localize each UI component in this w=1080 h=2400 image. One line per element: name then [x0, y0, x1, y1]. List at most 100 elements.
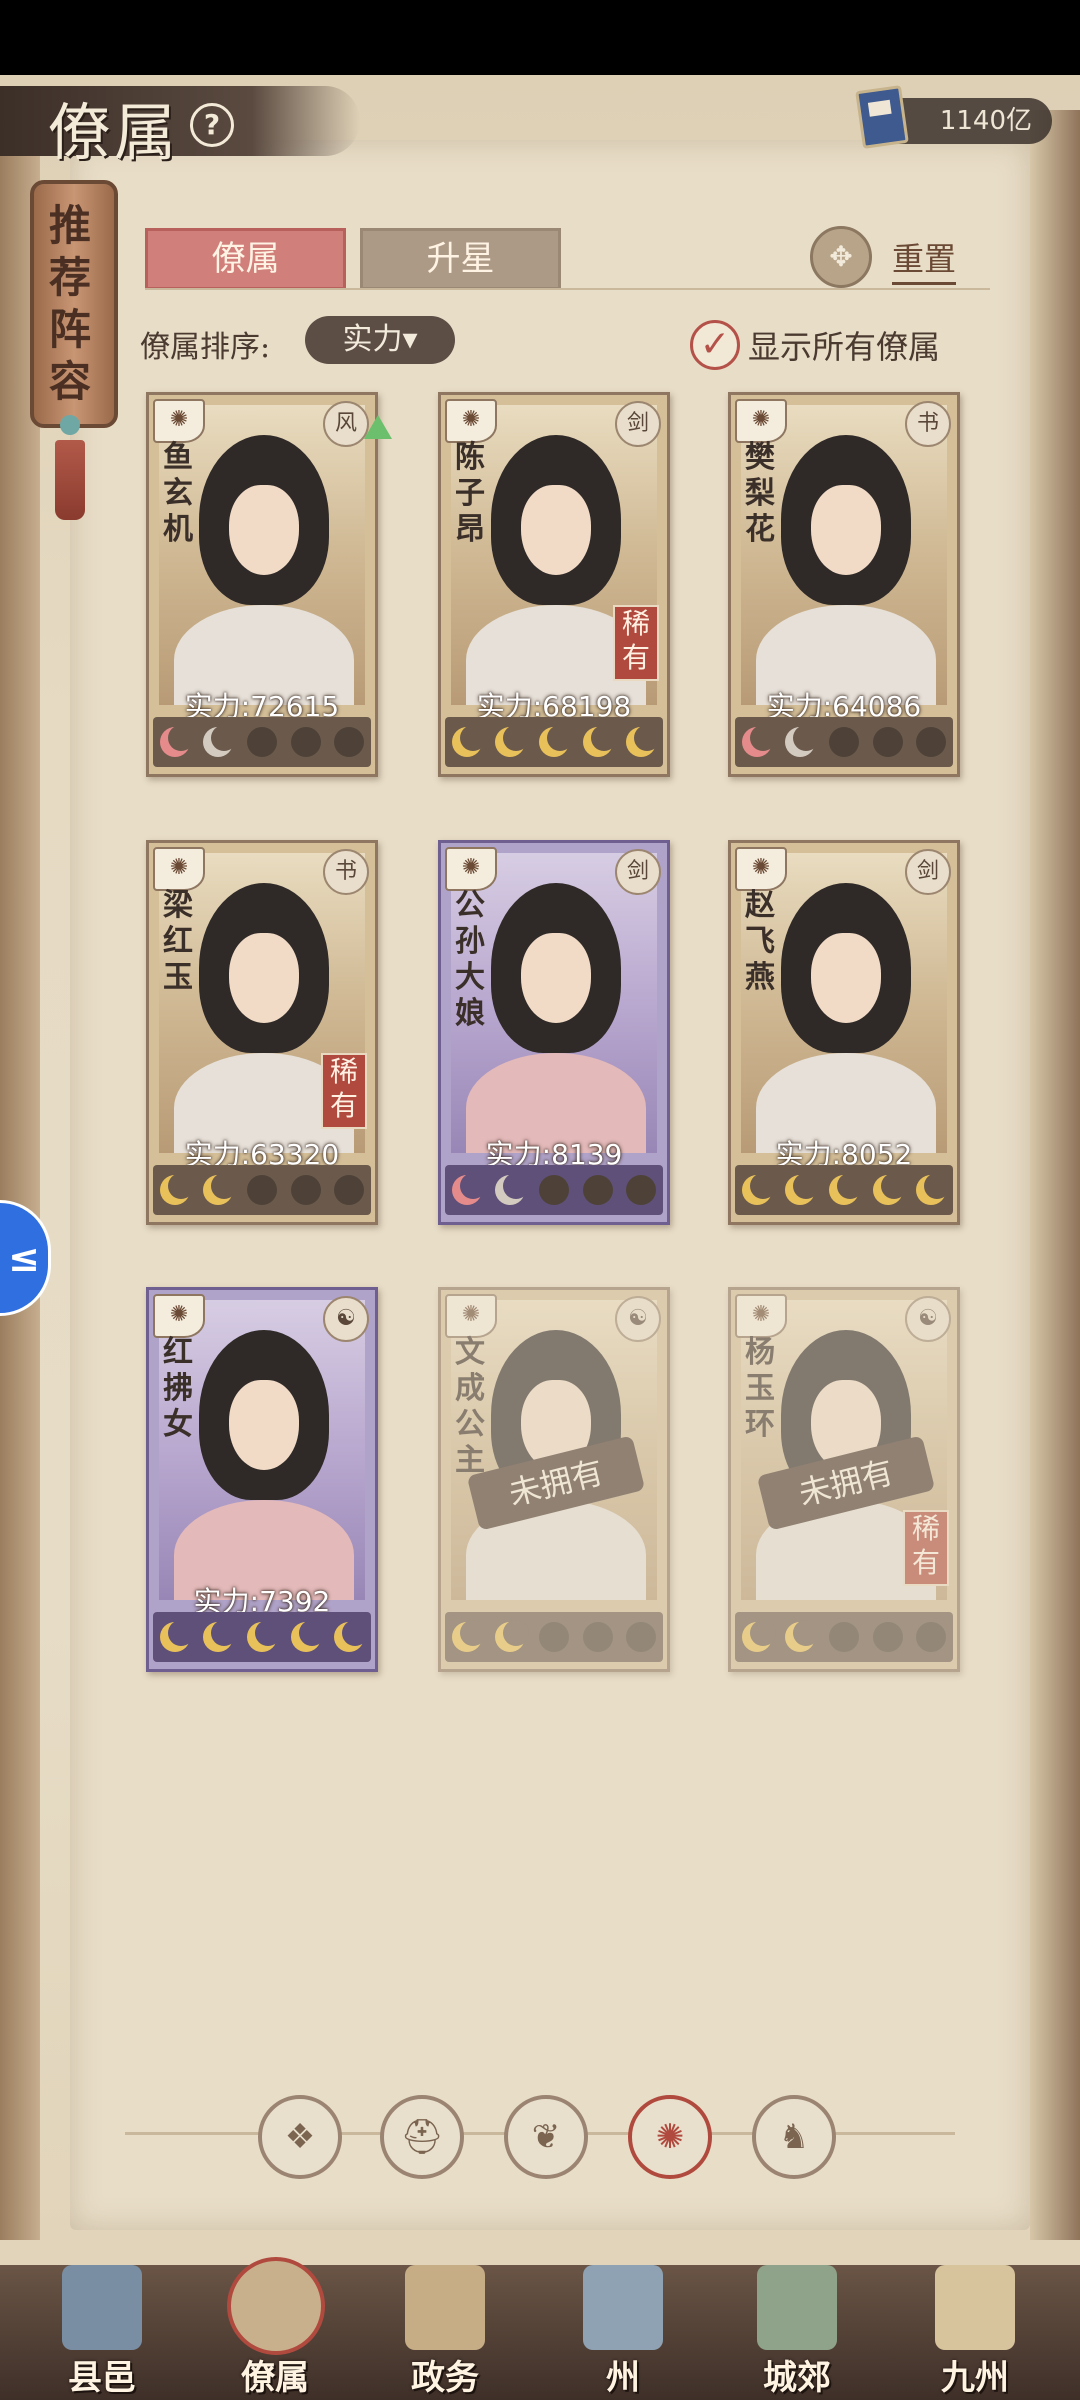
nav-label: 城郊: [763, 2358, 831, 2398]
tab-star-up[interactable]: 升星: [360, 228, 561, 290]
nav-item[interactable]: 九州: [900, 2255, 1050, 2400]
retainer-card[interactable]: ✺ 剑赵飞燕 实力:8052: [728, 840, 960, 1225]
retainer-name: 杨玉环: [745, 1335, 775, 1442]
nav-item[interactable]: 政务: [370, 2255, 520, 2400]
moon-star-icon: [451, 1620, 486, 1652]
fan-icon: ✺: [735, 1294, 787, 1338]
portrait-face: [811, 933, 881, 1023]
star-moon-row: [735, 1612, 953, 1662]
moon-star-icon: [159, 1173, 194, 1205]
portrait-face: [229, 1380, 299, 1470]
tassel-bead: [60, 415, 80, 435]
moon-star-icon: [582, 1622, 613, 1652]
fan-icon: ✺: [735, 399, 787, 443]
star-moon-row: [153, 1612, 371, 1662]
fan-icon: ✺: [445, 399, 497, 443]
diamond-icon[interactable]: ❖: [258, 2095, 342, 2179]
class-icon: 剑: [615, 849, 661, 895]
nav-item[interactable]: 城郊: [722, 2255, 872, 2400]
moon-star-icon: [741, 1620, 776, 1652]
star-moon-row: [153, 717, 371, 767]
rare-badge: 稀有: [321, 1053, 367, 1129]
fan-icon: ✺: [735, 847, 787, 891]
show-all-label[interactable]: 显示所有僚属: [748, 322, 940, 368]
moon-star-icon: [538, 1622, 569, 1652]
help-icon[interactable]: ?: [190, 103, 234, 147]
nav-label: 政务: [411, 2358, 479, 2398]
moon-star-icon: [203, 1620, 238, 1652]
book-currency-icon[interactable]: [855, 85, 909, 149]
moon-star-icon: [246, 1620, 281, 1652]
portrait-face: [229, 485, 299, 575]
retainer-card[interactable]: ✺ 书樊梨花 实力:64086: [728, 392, 960, 777]
moon-star-icon: [741, 725, 776, 757]
retainer-card[interactable]: ✺ 书梁红玉 稀有 实力:63320: [146, 840, 378, 1225]
retainer-name: 鱼玄机: [163, 440, 193, 547]
star-moon-row: [735, 717, 953, 767]
class-icon: 剑: [905, 849, 951, 895]
retainer-card[interactable]: ✺ 剑公孙大娘 实力:8139: [438, 840, 670, 1225]
nav-label: 僚属: [241, 2358, 309, 2398]
retainer-name: 陈子昂: [455, 440, 485, 547]
portrait-face: [521, 485, 591, 575]
recommend-lineup-label: 推荐阵容: [48, 201, 91, 406]
caret-down-icon: ▾: [402, 322, 418, 357]
nav-building-icon: [935, 2265, 1015, 2350]
star-moon-row: [445, 717, 663, 767]
nav-item[interactable]: 僚属: [200, 2255, 350, 2400]
retainer-name: 红拂女: [163, 1335, 193, 1442]
moon-star-icon: [451, 1173, 486, 1205]
moon-star-icon: [916, 1173, 951, 1205]
reset-button[interactable]: 重置: [892, 234, 957, 285]
rare-badge: 稀有: [903, 1510, 949, 1586]
nav-building-icon: [62, 2265, 142, 2350]
lion-icon[interactable]: ♞: [752, 2095, 836, 2179]
show-all-checkbox[interactable]: ✓: [690, 320, 740, 370]
nav-building-icon: [227, 2257, 325, 2355]
moon-star-icon: [916, 727, 947, 757]
moon-star-icon: [246, 727, 277, 757]
tab-retainers[interactable]: 僚属: [145, 228, 346, 290]
fan-icon[interactable]: ✺: [628, 2095, 712, 2179]
retainer-card[interactable]: ✺ ☯ 杨玉环 稀有 未拥有: [728, 1287, 960, 1672]
class-icon: 书: [323, 849, 369, 895]
moon-star-icon: [334, 1175, 365, 1205]
moon-star-icon: [626, 1175, 657, 1205]
moon-star-icon: [334, 1620, 369, 1652]
sort-dropdown[interactable]: 实力▾: [305, 316, 455, 364]
cat-icon[interactable]: ❦: [504, 2095, 588, 2179]
moon-star-icon: [538, 725, 573, 757]
fan-icon: ✺: [153, 399, 205, 443]
fan-icon: ✺: [153, 847, 205, 891]
book-edge-right: [1030, 110, 1080, 2240]
currency-amount: 1140亿: [939, 106, 1032, 136]
nav-label: 九州: [941, 2358, 1009, 2398]
retainer-name: 樊梨花: [745, 440, 775, 547]
nav-label: 县邑: [68, 2358, 136, 2398]
moon-star-icon: [203, 1173, 238, 1205]
retainer-card[interactable]: ✺ 风鱼玄机 实力:72615: [146, 392, 392, 777]
moon-star-icon: [203, 725, 238, 757]
class-icon: ☯: [905, 1296, 951, 1342]
moon-star-icon: [334, 727, 365, 757]
retainer-card[interactable]: ✺ ☯ 红拂女 实力:7392: [146, 1287, 378, 1672]
retainer-name: 梁红玉: [163, 888, 193, 995]
moon-star-icon: [582, 725, 617, 757]
helmet-icon[interactable]: ⛑: [380, 2095, 464, 2179]
moon-star-icon: [828, 1173, 863, 1205]
retainer-card[interactable]: ✺ ☯ 文成公主 未拥有: [438, 1287, 670, 1672]
moon-star-icon: [785, 1620, 820, 1652]
portrait-face: [521, 933, 591, 1023]
moon-star-icon: [290, 727, 321, 757]
nav-building-icon: [583, 2265, 663, 2350]
moon-star-icon: [626, 725, 661, 757]
page-title: 僚属: [48, 96, 181, 169]
moon-star-icon: [741, 1173, 776, 1205]
sort-selected: 实力: [342, 322, 403, 357]
nav-label: 州: [606, 2358, 640, 2398]
nav-item[interactable]: 县邑: [27, 2255, 177, 2400]
fan-icon: ✺: [445, 847, 497, 891]
retainer-card[interactable]: ✺ 剑陈子昂 稀有 实力:68198: [438, 392, 670, 777]
nav-item[interactable]: 州: [548, 2255, 698, 2400]
reset-icon[interactable]: ✥: [810, 226, 872, 288]
